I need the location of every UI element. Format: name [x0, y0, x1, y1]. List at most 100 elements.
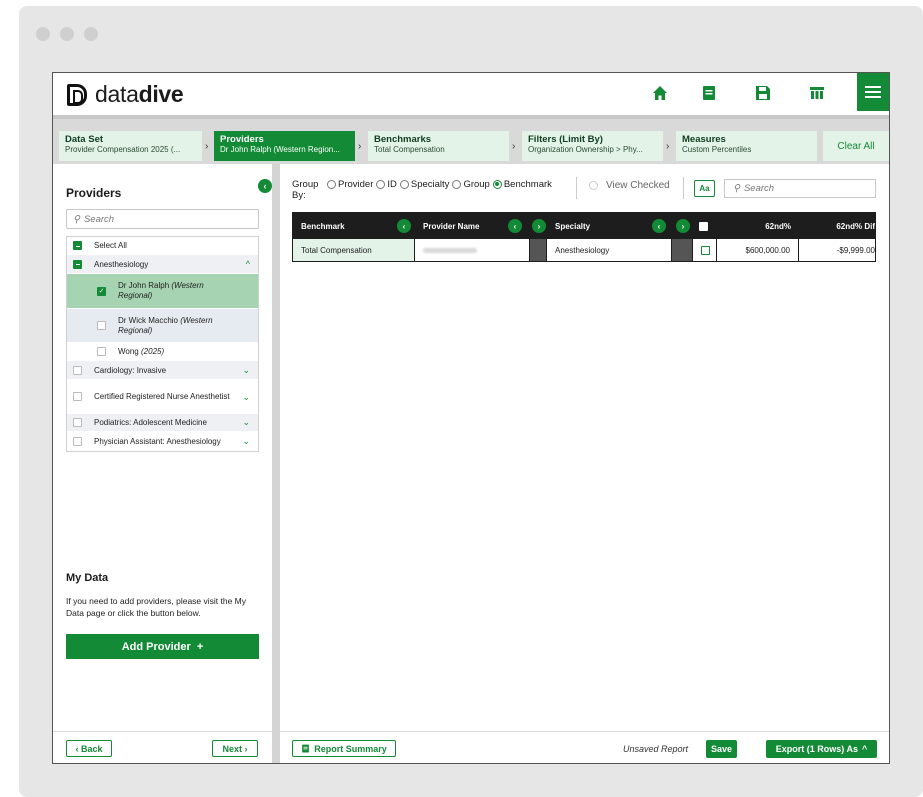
checkbox[interactable] — [73, 365, 82, 375]
checkbox[interactable] — [73, 259, 82, 269]
option-label: Benchmark — [503, 179, 552, 190]
export-button[interactable]: Export (1 Rows) As ^ — [766, 740, 877, 758]
chevron-down-icon[interactable]: ⌄ — [242, 436, 250, 447]
list-item-specialty[interactable]: Cardiology: Invasive ⌄ — [67, 361, 258, 380]
chevron-right-icon: › — [512, 141, 516, 152]
collapsed-column — [530, 239, 547, 261]
radio-group[interactable]: Group — [452, 179, 490, 190]
crumb-title: Benchmarks — [374, 134, 432, 145]
cell-62nd-dif: -$9,999.00 — [799, 239, 875, 261]
crumb-subtitle: Provider Compensation 2025 (... — [65, 145, 181, 154]
report-area: Group By: Provider ID Specialty Group Be… — [280, 164, 889, 763]
logo-text-bold: dive — [138, 81, 184, 107]
separator — [683, 177, 684, 199]
font-size-button[interactable]: Aa — [694, 180, 715, 197]
chevron-left-icon[interactable]: ‹ — [652, 219, 666, 233]
crumb-subtitle: Organization Ownership > Phy... — [528, 145, 643, 154]
radio-provider[interactable]: Provider — [327, 179, 373, 190]
back-label: Back — [80, 743, 103, 754]
group-by-options: Provider ID Specialty Group Benchmark — [327, 179, 552, 190]
provider-year: (2025) — [141, 347, 165, 356]
save-icon[interactable] — [755, 85, 771, 101]
option-label: Group — [463, 179, 490, 190]
unsaved-report-label: Unsaved Report — [623, 744, 689, 754]
checkbox[interactable] — [73, 241, 82, 250]
radio-benchmark[interactable]: Benchmark — [492, 179, 552, 190]
chevron-up-icon[interactable]: ^ — [246, 259, 250, 269]
checkbox[interactable] — [73, 436, 82, 446]
list-item-specialty[interactable]: Podiatrics: Adolescent Medicine ⌄ — [67, 414, 258, 432]
option-label: Specialty — [410, 179, 450, 190]
checkbox[interactable] — [73, 392, 82, 401]
search-icon: ⚲ — [733, 183, 740, 194]
list-item-anesthesiology[interactable]: Anesthesiology ^ — [67, 255, 258, 274]
table-header: Benchmark ‹ Provider Name ‹ › Specialty … — [293, 213, 875, 239]
plus-icon: + — [196, 640, 204, 653]
table-row[interactable]: Total Compensation Anesthesiology $600,0… — [293, 239, 875, 261]
collapse-panel-button[interactable]: ‹ — [258, 179, 272, 193]
chevron-down-icon[interactable]: ⌄ — [242, 417, 250, 428]
header-label: Specialty — [555, 221, 591, 231]
chevron-left-icon[interactable]: ‹ — [397, 219, 411, 233]
header-label: 62nd% — [765, 221, 791, 231]
chevron-right-icon: › — [666, 141, 670, 152]
chevron-right-icon[interactable]: › — [676, 219, 690, 233]
checkbox[interactable] — [97, 347, 106, 356]
home-icon[interactable] — [652, 85, 668, 101]
list-item-provider[interactable]: Wong (2025) — [67, 343, 258, 361]
breadcrumb-benchmarks[interactable]: Benchmarks Total Compensation — [368, 131, 509, 161]
app-window: datadive Data Set Provider Compensation … — [52, 72, 890, 764]
clear-all-button[interactable]: Clear All — [823, 131, 889, 161]
view-checked-toggle[interactable]: View Checked — [589, 180, 670, 191]
checkbox[interactable]: ✓ — [97, 286, 106, 296]
header-checkbox[interactable] — [699, 222, 708, 231]
item-label: Physician Assistant: Anesthesiology — [94, 436, 221, 446]
column-header-62nd[interactable]: 62nd% — [717, 213, 799, 239]
list-item-specialty[interactable]: Physician Assistant: Anesthesiology ⌄ — [67, 432, 258, 451]
list-item-provider[interactable]: ✓ Dr John Ralph (Western Regional) — [67, 274, 258, 309]
chevron-left-icon[interactable]: ‹ — [508, 219, 522, 233]
panel-divider[interactable] — [272, 164, 280, 763]
my-data-text: If you need to add providers, please vis… — [66, 596, 247, 618]
breadcrumb-data-set[interactable]: Data Set Provider Compensation 2025 (... — [59, 131, 202, 161]
radio-id[interactable]: ID — [376, 179, 397, 190]
report-search-input[interactable]: ⚲ Search — [724, 179, 876, 198]
save-button[interactable]: Save — [706, 740, 737, 758]
toggle-indicator — [589, 181, 598, 190]
list-item-select-all[interactable]: Select All — [67, 237, 258, 255]
chevron-right-icon[interactable]: › — [532, 219, 546, 233]
collapsed-column — [672, 239, 693, 261]
window-dot — [60, 27, 74, 41]
report-summary-button[interactable]: Report Summary — [292, 740, 396, 757]
row-checkbox[interactable] — [701, 246, 710, 255]
checkbox[interactable] — [97, 321, 106, 330]
radio-specialty[interactable]: Specialty — [399, 179, 450, 190]
next-button[interactable]: Next › — [212, 740, 258, 757]
breadcrumb-measures[interactable]: Measures Custom Percentiles — [676, 131, 817, 161]
my-data-title: My Data — [66, 572, 109, 584]
search-icon: ⚲ — [73, 213, 80, 225]
list-item-specialty[interactable]: Certified Registered Nurse Anesthetist ⌄ — [67, 380, 258, 414]
item-label: Dr Wick Macchio (Western Regional) — [118, 316, 238, 336]
breadcrumb-providers[interactable]: Providers Dr John Ralph (Western Region.… — [214, 131, 355, 161]
breadcrumb-filters[interactable]: Filters (Limit By) Organization Ownershi… — [522, 131, 663, 161]
cell-specialty: Anesthesiology — [547, 239, 672, 261]
menu-icon[interactable] — [857, 73, 889, 111]
table-icon[interactable] — [809, 85, 825, 101]
chevron-down-icon[interactable]: ⌄ — [242, 392, 250, 402]
provider-search-input[interactable]: ⚲ Search — [66, 209, 259, 229]
back-button[interactable]: ‹ Back — [66, 740, 112, 757]
add-provider-button[interactable]: Add Provider + — [66, 634, 259, 659]
cell-provider-name — [415, 239, 530, 261]
chevron-down-icon[interactable]: ⌄ — [242, 365, 250, 376]
document-icon[interactable] — [701, 85, 717, 101]
list-item-provider[interactable]: Dr Wick Macchio (Western Regional) — [67, 309, 258, 343]
left-footer: ‹ Back Next › — [53, 731, 272, 763]
option-label: ID — [387, 179, 397, 190]
checkbox[interactable] — [73, 418, 82, 427]
redacted-name — [423, 248, 477, 253]
report-footer: Report Summary Unsaved Report Save Expor… — [280, 731, 889, 763]
cell-text: -$9,999.00 — [836, 246, 875, 255]
column-header-62nd-dif[interactable]: 62nd% Dif — [799, 213, 875, 239]
crumb-title: Measures — [682, 134, 726, 145]
